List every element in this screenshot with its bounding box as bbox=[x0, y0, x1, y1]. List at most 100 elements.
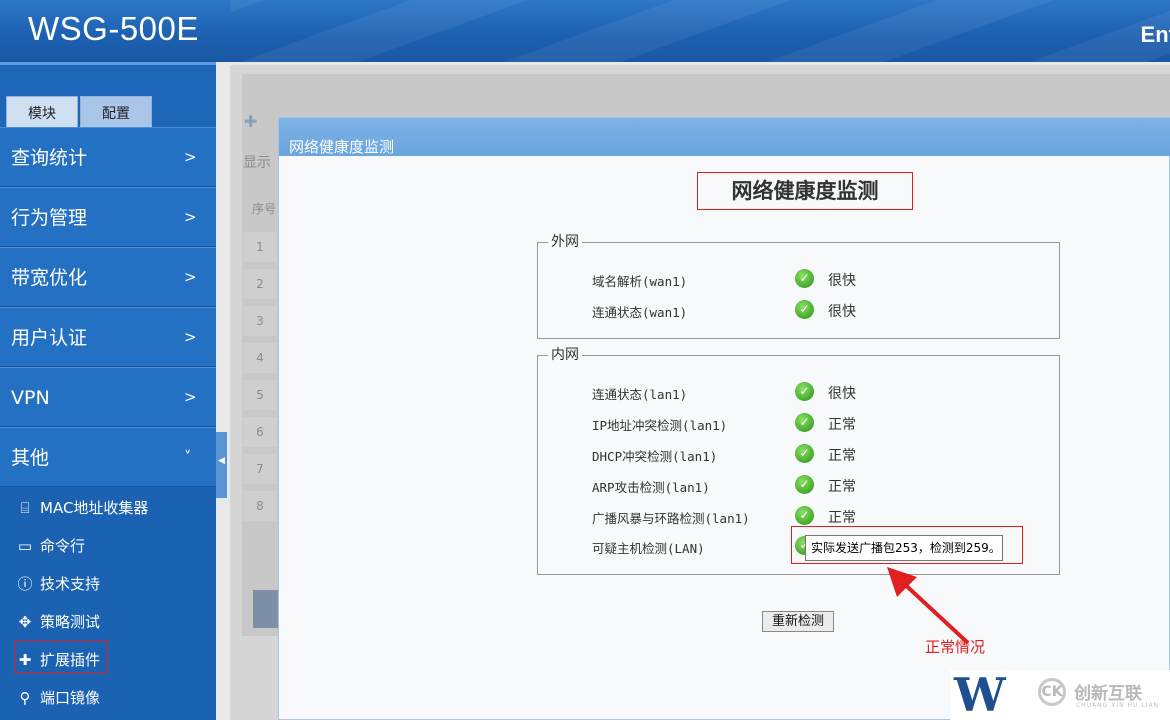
table-row: 7 bbox=[243, 454, 277, 484]
tab-config[interactable]: 配置 bbox=[80, 96, 152, 127]
sidebar: 模块 配置 查询统计 > 行为管理 > 带宽优化 > 用户认证 > VPN > … bbox=[0, 65, 216, 720]
status-row: IP地址冲突检测(lan1) ✓ 正常 bbox=[592, 413, 1052, 435]
status-label: 可疑主机检测(LAN) bbox=[592, 541, 705, 556]
menu-label: 行为管理 bbox=[11, 207, 88, 229]
sub-policy-test[interactable]: ✥ 策略测试 bbox=[0, 603, 216, 641]
menu-vpn[interactable]: VPN > bbox=[0, 367, 216, 427]
sub-port-mirror[interactable]: ⚲ 端口镜像 bbox=[0, 679, 216, 717]
chevron-right-icon: > bbox=[184, 208, 197, 226]
status-row: 连通状态(lan1) ✓ 很快 bbox=[592, 382, 1052, 404]
check-icon: ✓ bbox=[795, 300, 814, 319]
status-value: 正常 bbox=[828, 479, 856, 495]
device-icon: ⌸ bbox=[20, 499, 30, 517]
sub-tech-support[interactable]: ⓘ 技术支持 bbox=[0, 565, 216, 603]
logo-letter: W bbox=[954, 668, 1006, 720]
brand-text: Ent bbox=[1140, 22, 1170, 47]
menu-other[interactable]: 其他 ˅ bbox=[0, 427, 216, 487]
status-label: 广播风暴与环路检测(lan1) bbox=[592, 511, 750, 526]
status-row: ARP攻击检测(lan1) ✓ 正常 bbox=[592, 475, 1052, 497]
sub-label: 端口镜像 bbox=[40, 689, 101, 707]
chevron-right-icon: > bbox=[184, 268, 197, 286]
move-icon: ✥ bbox=[18, 613, 32, 631]
menu-label: 其他 bbox=[11, 447, 50, 469]
sub-label: MAC地址收集器 bbox=[40, 499, 149, 517]
status-row: 广播风暴与环路检测(lan1) ✓ 正常 bbox=[592, 506, 1052, 528]
sub-label: 策略测试 bbox=[40, 613, 101, 631]
puzzle-icon: ✚ bbox=[244, 112, 258, 131]
table-row: 3 bbox=[243, 306, 277, 336]
status-value: 很快 bbox=[828, 273, 856, 289]
sidebar-collapse-handle[interactable]: ◀ bbox=[216, 432, 227, 498]
table-row: 5 bbox=[243, 380, 277, 410]
chevron-right-icon: > bbox=[184, 328, 197, 346]
show-label: 显示 bbox=[243, 155, 271, 171]
status-row: DHCP冲突检测(lan1) ✓ 正常 bbox=[592, 444, 1052, 466]
table-row: 4 bbox=[243, 343, 277, 373]
terminal-icon: ▭ bbox=[17, 537, 33, 555]
check-icon: ✓ bbox=[795, 413, 814, 432]
table-row: 8 bbox=[243, 491, 277, 521]
menu-label: 查询统计 bbox=[11, 147, 88, 169]
sub-mac-collector[interactable]: ⌸ MAC地址收集器 bbox=[0, 489, 216, 527]
check-icon: ✓ bbox=[795, 269, 814, 288]
menu-query-stats[interactable]: 查询统计 > bbox=[0, 127, 216, 187]
sub-label: 技术支持 bbox=[40, 575, 101, 593]
table-row: 1 bbox=[243, 232, 277, 262]
annotation-note: 正常情况 bbox=[925, 638, 986, 656]
lan-legend: 内网 bbox=[548, 346, 582, 364]
table-row: 6 bbox=[243, 417, 277, 447]
menu-label: VPN bbox=[11, 387, 50, 409]
dialog-titlebar[interactable]: 网络健康度监测 bbox=[279, 118, 1170, 156]
menu-user-auth[interactable]: 用户认证 > bbox=[0, 307, 216, 367]
status-row: 域名解析(wan1) ✓ 很快 bbox=[592, 269, 1052, 291]
watermark-logo: W CK 创新互联 CHUANG XIN HU LIAN bbox=[950, 668, 1170, 720]
sidebar-tabs: 模块 配置 bbox=[0, 65, 216, 127]
sub-label: 命令行 bbox=[40, 537, 86, 555]
chevron-right-icon: > bbox=[184, 388, 197, 406]
check-icon: ✓ bbox=[795, 444, 814, 463]
status-label: 域名解析(wan1) bbox=[592, 274, 688, 289]
check-icon: ✓ bbox=[795, 475, 814, 494]
logo-text: 创新互联 bbox=[1074, 684, 1142, 704]
app-header: WSG-500E Ent bbox=[0, 0, 1170, 62]
menu-label: 带宽优化 bbox=[11, 267, 88, 289]
background-button bbox=[253, 590, 279, 628]
check-icon: ✓ bbox=[795, 506, 814, 525]
status-label: 连通状态(wan1) bbox=[592, 305, 688, 320]
check-icon: ✓ bbox=[795, 382, 814, 401]
table-row: 2 bbox=[243, 269, 277, 299]
status-label: ARP攻击检测(lan1) bbox=[592, 480, 710, 495]
chevron-down-icon: ˅ bbox=[184, 448, 192, 466]
highlight-box bbox=[791, 526, 1023, 564]
dialog-title: 网络健康度监测 bbox=[289, 138, 395, 156]
dialog-heading: 网络健康度监测 bbox=[697, 172, 913, 210]
status-label: 连通状态(lan1) bbox=[592, 387, 688, 402]
status-value: 很快 bbox=[828, 386, 856, 402]
status-value: 很快 bbox=[828, 304, 856, 320]
product-name: WSG-500E bbox=[28, 10, 199, 47]
status-value: 正常 bbox=[828, 417, 856, 433]
status-value: 正常 bbox=[828, 448, 856, 464]
chevron-right-icon: > bbox=[184, 148, 197, 166]
menu-label: 用户认证 bbox=[11, 327, 88, 349]
seq-column-header: 序号 bbox=[252, 202, 277, 216]
recheck-button[interactable]: 重新检测 bbox=[762, 611, 834, 632]
status-label: DHCP冲突检测(lan1) bbox=[592, 449, 718, 464]
chevron-left-icon: ◀ bbox=[218, 456, 225, 466]
status-label: IP地址冲突检测(lan1) bbox=[592, 418, 728, 433]
status-value: 正常 bbox=[828, 510, 856, 526]
tab-module[interactable]: 模块 bbox=[6, 96, 78, 127]
help-icon: ⓘ bbox=[17, 575, 33, 593]
menu-bandwidth[interactable]: 带宽优化 > bbox=[0, 247, 216, 307]
wan-legend: 外网 bbox=[548, 233, 582, 251]
logo-subtext: CHUANG XIN HU LIAN bbox=[1076, 702, 1160, 709]
highlight-box bbox=[14, 641, 108, 673]
menu-behavior-mgmt[interactable]: 行为管理 > bbox=[0, 187, 216, 247]
sub-command-line[interactable]: ▭ 命令行 bbox=[0, 527, 216, 565]
annotation-arrow bbox=[887, 567, 970, 645]
logo-circle-icon: CK bbox=[1038, 678, 1066, 706]
status-row: 连通状态(wan1) ✓ 很快 bbox=[592, 300, 1052, 322]
mirror-icon: ⚲ bbox=[19, 689, 31, 707]
wan-group: 外网 域名解析(wan1) ✓ 很快 连通状态(wan1) ✓ 很快 bbox=[537, 233, 1060, 339]
health-monitor-dialog: 网络健康度监测 网络健康度监测 外网 域名解析(wan1) ✓ 很快 连通状态(… bbox=[278, 117, 1170, 720]
